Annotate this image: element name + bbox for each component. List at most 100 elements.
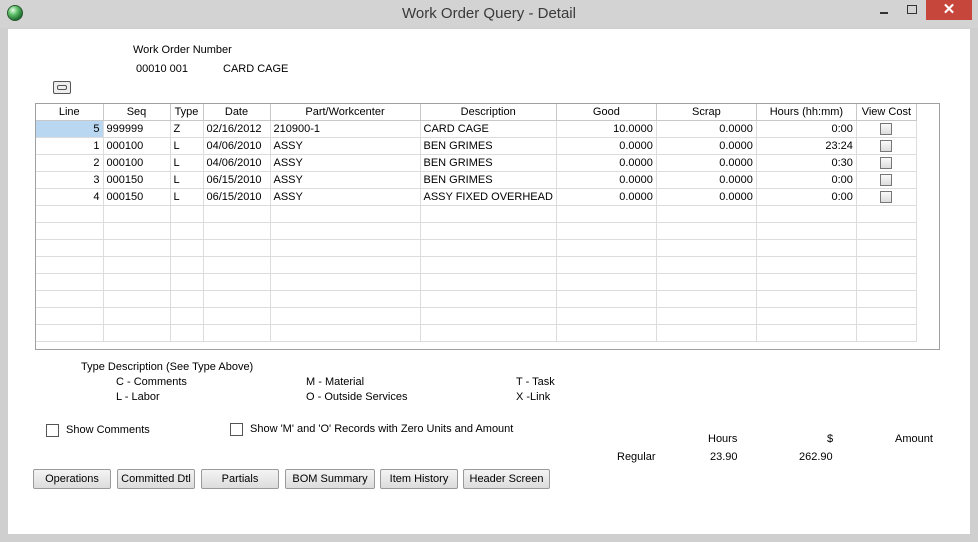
table-row[interactable] <box>36 290 917 308</box>
cell-good: 0.0000 <box>556 188 657 206</box>
view-cost-checkbox[interactable] <box>880 191 893 204</box>
cell-part <box>270 273 421 291</box>
cell-line <box>36 205 104 223</box>
header-screen-button[interactable]: Header Screen <box>463 469 550 489</box>
column-header[interactable]: Line <box>36 104 104 121</box>
cell-view-cost <box>856 188 917 206</box>
column-header[interactable]: Part/Workcenter <box>270 104 421 121</box>
cell-hours <box>756 256 857 274</box>
cell-part <box>270 290 421 308</box>
cell-view-cost <box>856 137 917 155</box>
cell-hours <box>756 205 857 223</box>
cell-part: ASSY <box>270 154 421 172</box>
totals-amount-header: Amount <box>895 433 933 445</box>
legend-task: T - Task <box>516 376 555 388</box>
cell-seq <box>103 290 171 308</box>
cell-scrap: 0.0000 <box>656 171 757 189</box>
cell-seq <box>103 205 171 223</box>
cell-view-cost <box>856 239 917 257</box>
cell-hours: 0:30 <box>756 154 857 172</box>
table-row[interactable] <box>36 256 917 274</box>
cell-good <box>556 273 657 291</box>
cell-part: ASSY <box>270 137 421 155</box>
view-cost-checkbox[interactable] <box>880 174 893 187</box>
cell-seq: 000150 <box>103 171 171 189</box>
show-zero-records-label: Show 'M' and 'O' Records with Zero Units… <box>250 423 514 435</box>
table-row[interactable]: 2 000100 L 04/06/2010 ASSY BEN GRIMES 0.0000 0.… <box>36 154 917 172</box>
column-header[interactable]: Seq <box>103 104 171 121</box>
show-comments-checkbox[interactable] <box>46 424 59 437</box>
cell-date <box>203 290 271 308</box>
cell-good <box>556 239 657 257</box>
cell-view-cost <box>856 171 917 189</box>
legend-comments: C - Comments <box>116 376 187 388</box>
cell-hours: 0:00 <box>756 188 857 206</box>
title-bar: Work Order Query - Detail ✕ <box>0 0 978 28</box>
cell-view-cost <box>856 307 917 325</box>
link-icon[interactable] <box>53 81 71 94</box>
table-row[interactable] <box>36 324 917 342</box>
cell-date: 02/16/2012 <box>203 120 271 138</box>
cell-date <box>203 307 271 325</box>
legend-link: X -Link <box>516 391 551 403</box>
table-row[interactable] <box>36 205 917 223</box>
cell-hours: 0:00 <box>756 120 857 138</box>
committed-dtl-button[interactable]: Committed Dtl <box>117 469 195 489</box>
column-header[interactable]: Good <box>556 104 657 121</box>
detail-grid[interactable]: Line Seq Type Date Part/Workcenter Descriptio… <box>35 103 940 350</box>
cell-view-cost <box>856 324 917 342</box>
cell-good <box>556 307 657 325</box>
show-zero-records-checkbox[interactable] <box>230 423 243 436</box>
cell-description <box>420 256 557 274</box>
cell-line <box>36 256 104 274</box>
minimize-button[interactable] <box>872 0 898 20</box>
column-header[interactable]: Description <box>420 104 557 121</box>
cell-date: 06/15/2010 <box>203 188 271 206</box>
cell-scrap: 0.0000 <box>656 137 757 155</box>
table-row[interactable]: 1 000100 L 04/06/2010 ASSY BEN GRIMES 0.0000 0.… <box>36 137 917 155</box>
bom-summary-button[interactable]: BOM Summary <box>285 469 375 489</box>
cell-description <box>420 239 557 257</box>
cell-part: ASSY <box>270 171 421 189</box>
item-history-button[interactable]: Item History <box>380 469 458 489</box>
cell-line <box>36 290 104 308</box>
totals-hours-header: Hours <box>708 433 738 445</box>
partials-button[interactable]: Partials <box>201 469 279 489</box>
table-row[interactable]: 4 000150 L 06/15/2010 ASSY ASSY FIXED OVERHEA… <box>36 188 917 206</box>
table-row[interactable] <box>36 307 917 325</box>
cell-line: 5 <box>36 120 104 138</box>
cell-seq: 000100 <box>103 137 171 155</box>
close-button[interactable]: ✕ <box>926 0 972 20</box>
cell-view-cost <box>856 290 917 308</box>
cell-good: 0.0000 <box>556 171 657 189</box>
table-row[interactable] <box>36 273 917 291</box>
column-header[interactable]: Type <box>170 104 204 121</box>
table-row[interactable] <box>36 239 917 257</box>
table-row[interactable]: 3 000150 L 06/15/2010 ASSY BEN GRIMES 0.0000 0.… <box>36 171 917 189</box>
view-cost-checkbox[interactable] <box>880 140 893 153</box>
cell-type <box>170 205 204 223</box>
column-header[interactable]: Date <box>203 104 271 121</box>
cell-type <box>170 239 204 257</box>
cell-type: Z <box>170 120 204 138</box>
cell-hours <box>756 290 857 308</box>
maximize-button[interactable] <box>898 0 926 20</box>
cell-hours: 23:24 <box>756 137 857 155</box>
table-row[interactable]: 5 999999 Z 02/16/2012 210900-1 CARD CAGE 10.00… <box>36 120 917 138</box>
column-header[interactable]: Hours (hh:mm) <box>756 104 857 121</box>
cell-good: 10.0000 <box>556 120 657 138</box>
view-cost-checkbox[interactable] <box>880 157 893 170</box>
view-cost-checkbox[interactable] <box>880 123 893 136</box>
window-title: Work Order Query - Detail <box>402 5 576 22</box>
main-panel: Work Order Number 00010 001 CARD CAGE Li… <box>8 29 970 534</box>
column-header[interactable]: Scrap <box>656 104 757 121</box>
legend-outside-services: O - Outside Services <box>306 391 408 403</box>
column-header[interactable]: View Cost <box>856 104 917 121</box>
cell-date <box>203 205 271 223</box>
cell-date <box>203 256 271 274</box>
table-row[interactable] <box>36 222 917 240</box>
cell-view-cost <box>856 154 917 172</box>
operations-button[interactable]: Operations <box>33 469 111 489</box>
cell-scrap <box>656 222 757 240</box>
totals-dollar-header: $ <box>827 433 834 445</box>
